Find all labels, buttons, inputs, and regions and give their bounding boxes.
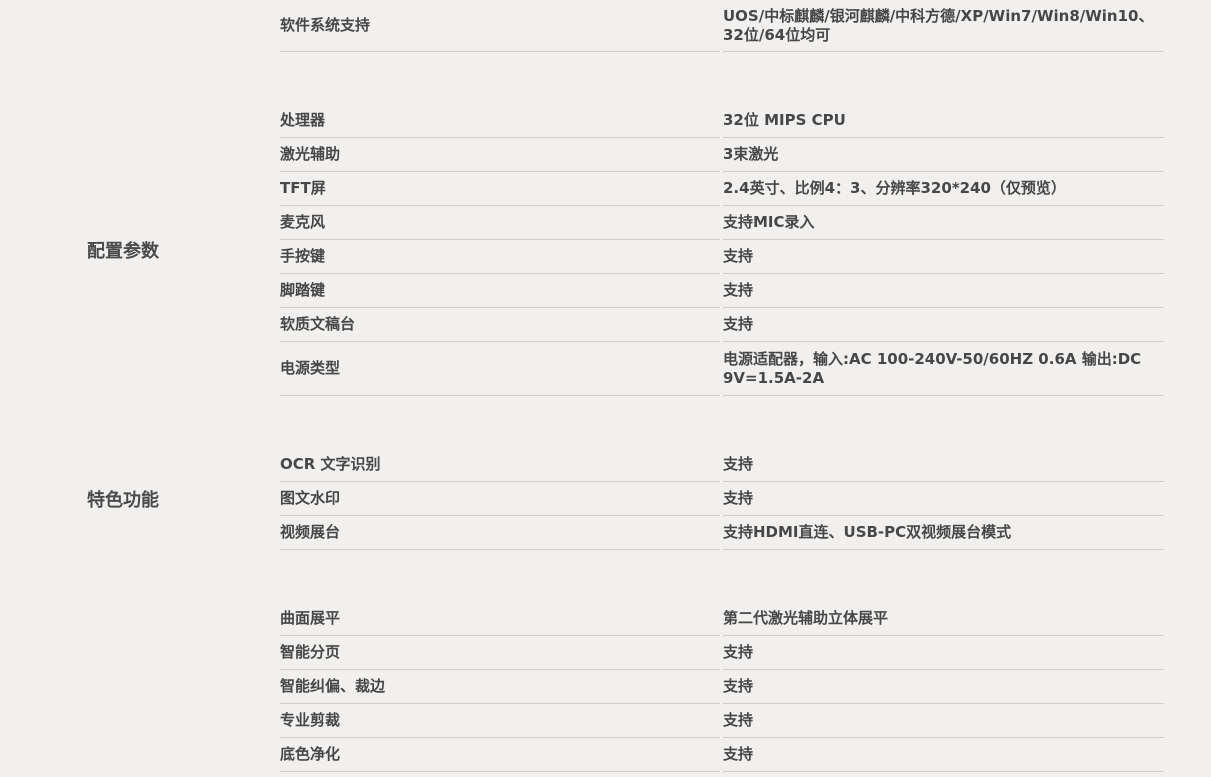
spec-label: 视频展台 bbox=[280, 516, 720, 550]
spec-row: 处理器 32位 MIPS CPU bbox=[280, 104, 1164, 138]
spec-value: 第二代激光辅助立体展平 bbox=[723, 602, 1164, 636]
spec-label: 底色净化 bbox=[280, 738, 720, 772]
spec-label: 电源类型 bbox=[280, 342, 720, 396]
spec-value: 电源适配器，输入:AC 100-240V-50/60HZ 0.6A 输出:DC … bbox=[723, 342, 1164, 396]
spec-row: 软件系统支持 UOS/中标麒麟/银河麒麟/中科方德/XP/Win7/Win8/W… bbox=[280, 0, 1164, 52]
spec-value: UOS/中标麒麟/银河麒麟/中科方德/XP/Win7/Win8/Win10、32… bbox=[723, 0, 1164, 52]
spec-value: 支持 bbox=[723, 448, 1164, 482]
spec-row: 视频展台 支持HDMI直连、USB-PC双视频展台模式 bbox=[280, 516, 1164, 550]
spec-label: 智能纠偏、裁边 bbox=[280, 670, 720, 704]
spec-row: 智能分页 支持 bbox=[280, 636, 1164, 670]
spec-row: OCR 文字识别 支持 bbox=[280, 448, 1164, 482]
spec-label: 曲面展平 bbox=[280, 602, 720, 636]
spec-row: 手按键 支持 bbox=[280, 240, 1164, 274]
spec-label: 图文水印 bbox=[280, 482, 720, 516]
spec-row: 底色净化 支持 bbox=[280, 738, 1164, 772]
spec-row: 电源类型 电源适配器，输入:AC 100-240V-50/60HZ 0.6A 输… bbox=[280, 342, 1164, 396]
spec-label: TFT屏 bbox=[280, 172, 720, 206]
spec-value: 支持 bbox=[723, 240, 1164, 274]
spec-label: 处理器 bbox=[280, 104, 720, 138]
spec-label: OCR 文字识别 bbox=[280, 448, 720, 482]
spec-row: 专业剪裁 支持 bbox=[280, 704, 1164, 738]
section-title: 配置参数 bbox=[87, 241, 159, 262]
spec-row: 软质文稿台 支持 bbox=[280, 308, 1164, 342]
spec-label: 软件系统支持 bbox=[280, 0, 720, 52]
spec-label: 麦克风 bbox=[280, 206, 720, 240]
spec-value: 支持 bbox=[723, 670, 1164, 704]
spec-value: 支持 bbox=[723, 704, 1164, 738]
spec-label: 激光辅助 bbox=[280, 138, 720, 172]
section-title: 特色功能 bbox=[87, 490, 159, 511]
spec-value: 3束激光 bbox=[723, 138, 1164, 172]
spec-row: 脚踏键 支持 bbox=[280, 274, 1164, 308]
spec-label: 脚踏键 bbox=[280, 274, 720, 308]
spec-label: 智能分页 bbox=[280, 636, 720, 670]
spec-value: 支持 bbox=[723, 636, 1164, 670]
spec-row: 智能纠偏、裁边 支持 bbox=[280, 670, 1164, 704]
spec-value: 支持 bbox=[723, 274, 1164, 308]
spec-value: 支持 bbox=[723, 482, 1164, 516]
spec-row: 曲面展平 第二代激光辅助立体展平 bbox=[280, 602, 1164, 636]
spec-value: 2.4英寸、比例4：3、分辨率320*240（仅预览） bbox=[723, 172, 1164, 206]
spec-row: 图文水印 支持 bbox=[280, 482, 1164, 516]
spec-value: 支持 bbox=[723, 738, 1164, 772]
spec-value: 支持 bbox=[723, 308, 1164, 342]
spec-label: 专业剪裁 bbox=[280, 704, 720, 738]
spec-label: 软质文稿台 bbox=[280, 308, 720, 342]
spec-row: TFT屏 2.4英寸、比例4：3、分辨率320*240（仅预览） bbox=[280, 172, 1164, 206]
spec-value: 支持HDMI直连、USB-PC双视频展台模式 bbox=[723, 516, 1164, 550]
spec-label: 手按键 bbox=[280, 240, 720, 274]
spec-row: 麦克风 支持MIC录入 bbox=[280, 206, 1164, 240]
spec-value: 支持MIC录入 bbox=[723, 206, 1164, 240]
spec-row: 激光辅助 3束激光 bbox=[280, 138, 1164, 172]
spec-value: 32位 MIPS CPU bbox=[723, 104, 1164, 138]
